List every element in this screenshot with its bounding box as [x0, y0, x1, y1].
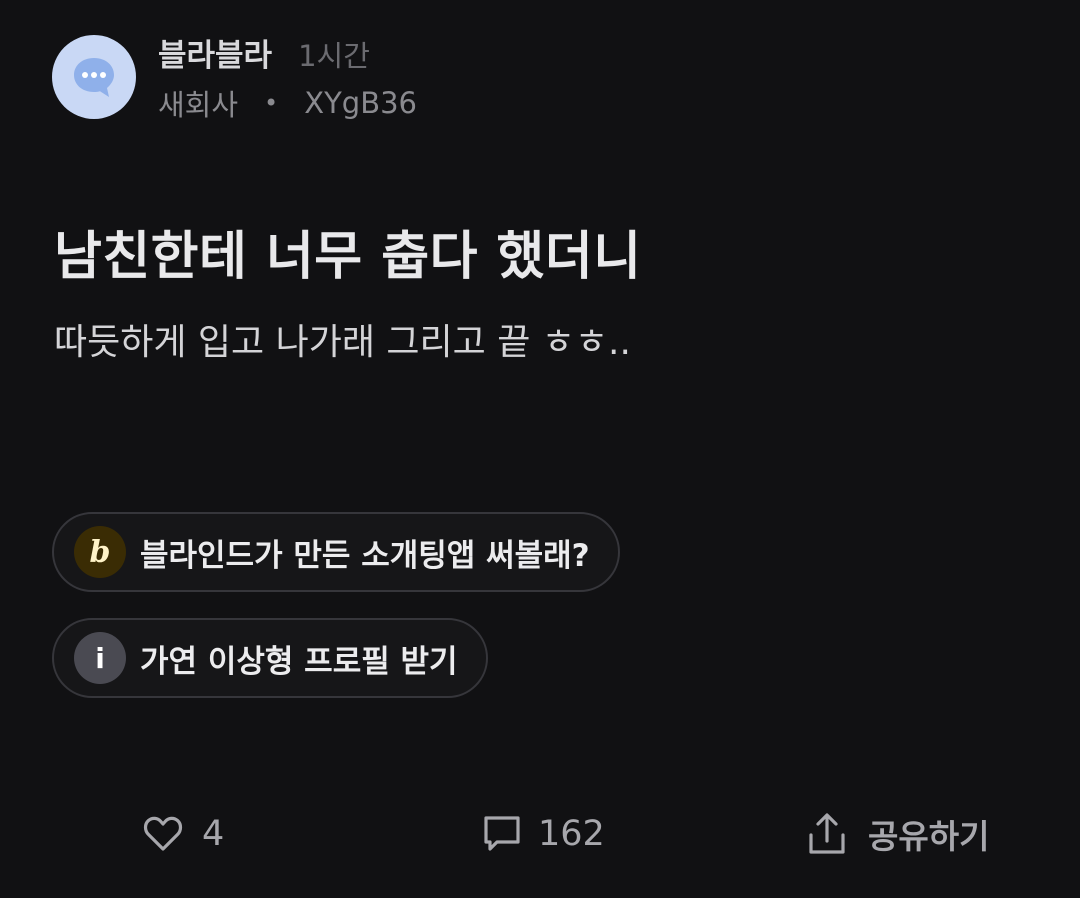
blind-logo-icon: b — [74, 526, 126, 578]
author-line: 블라블라 1시간 — [158, 30, 417, 74]
comment-icon — [484, 816, 520, 851]
chat-bubble-icon — [74, 58, 114, 97]
share-label: 공유하기 — [868, 817, 990, 856]
author-company-line: 새회사 • XYgB36 — [158, 82, 417, 124]
post-header: 블라블라 1시간 새회사 • XYgB36 — [52, 30, 417, 124]
author-id: XYgB36 — [304, 86, 417, 120]
info-icon: i — [74, 632, 126, 684]
author-meta: 블라블라 1시간 새회사 • XYgB36 — [158, 30, 417, 124]
chip-label: 블라인드가 만든 소개팅앱 써볼래? — [140, 537, 590, 574]
post-time: 1시간 — [298, 39, 370, 73]
separator-dot: • — [264, 89, 279, 117]
heart-icon — [143, 816, 183, 851]
post-title: 남친한테 너무 춥다 했더니 — [54, 227, 642, 287]
promo-chip-profile[interactable]: i 가연 이상형 프로필 받기 — [52, 618, 488, 698]
share-icon — [809, 813, 845, 854]
chip-label: 가연 이상형 프로필 받기 — [140, 643, 458, 680]
like-button[interactable]: 4 — [140, 806, 224, 862]
promo-chip-dating-app[interactable]: b 블라인드가 만든 소개팅앱 써볼래? — [52, 512, 620, 592]
like-count: 4 — [202, 814, 225, 854]
author-company[interactable]: 새회사 — [158, 82, 238, 124]
post-actions-bar: 4 162 공유하기 — [0, 806, 1080, 862]
comment-button[interactable]: 162 — [482, 806, 605, 862]
avatar[interactable] — [52, 35, 136, 119]
comment-count: 162 — [538, 814, 605, 854]
author-name[interactable]: 블라블라 — [158, 30, 272, 75]
post-body: 따듯하게 입고 나가래 그리고 끝 ㅎㅎ.. — [54, 322, 631, 363]
share-button[interactable]: 공유하기 — [806, 806, 989, 862]
